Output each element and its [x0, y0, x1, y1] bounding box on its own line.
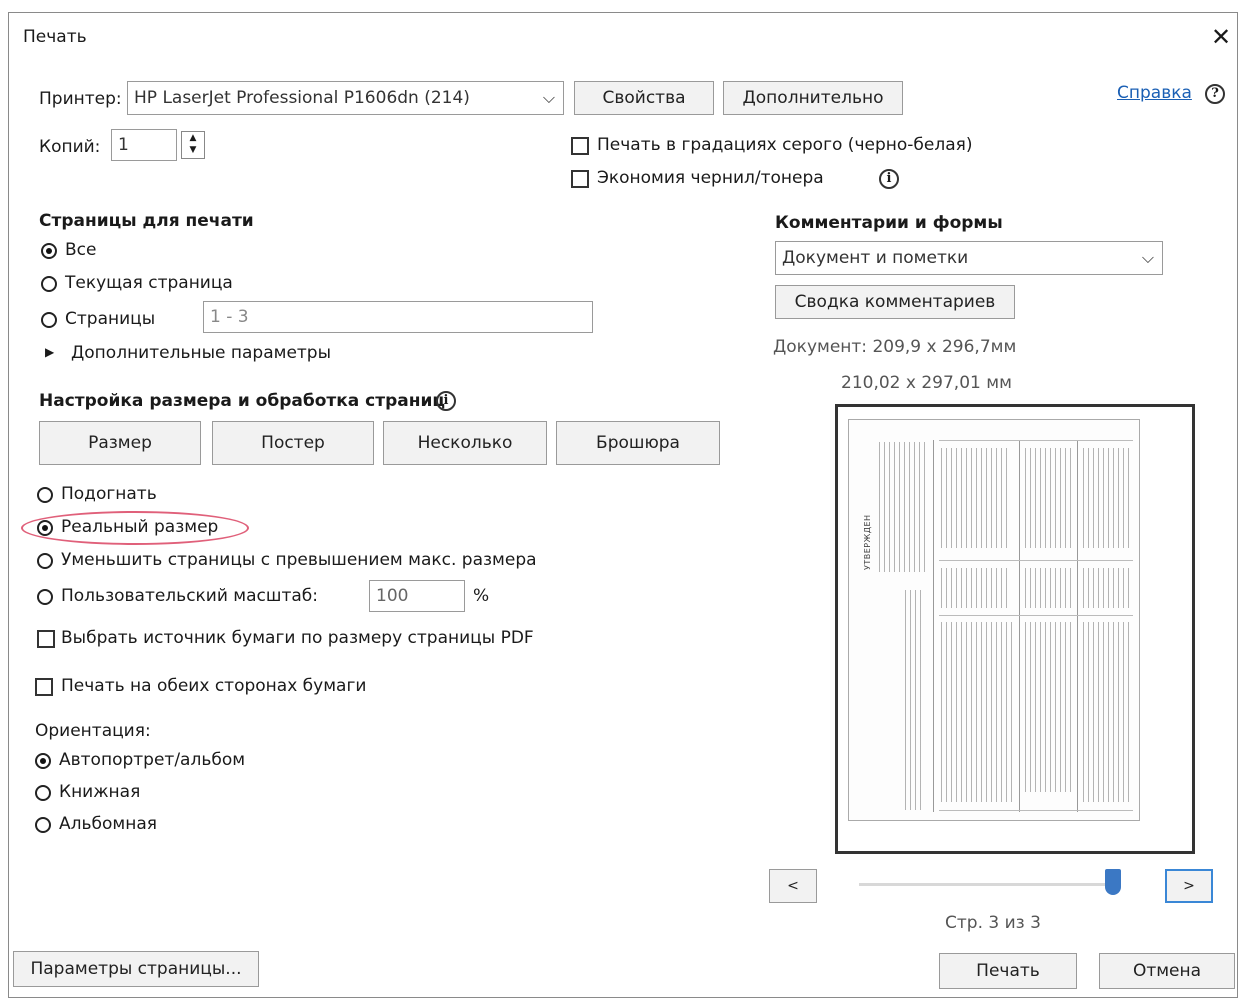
- fit-label: Подогнать: [61, 484, 157, 504]
- expand-triangle-icon[interactable]: ▶: [45, 345, 54, 359]
- preview-text-block: [1083, 622, 1133, 802]
- save-ink-checkbox[interactable]: [571, 170, 589, 188]
- preview-text: УТВЕРЖДЕН: [863, 514, 872, 570]
- orientation-heading: Ориентация:: [35, 721, 151, 741]
- printer-label: Принтер:: [39, 89, 122, 109]
- paper-source-checkbox[interactable]: [37, 630, 55, 648]
- preview-text-block: [879, 442, 927, 572]
- pages-current-label: Текущая страница: [65, 273, 233, 293]
- print-preview: УТВЕРЖДЕН: [835, 404, 1195, 854]
- duplex-checkbox[interactable]: [35, 678, 53, 696]
- save-ink-label: Экономия чернил/тонера: [597, 168, 824, 188]
- preview-text-block: [1083, 568, 1131, 608]
- orientation-auto-radio[interactable]: [35, 753, 51, 769]
- preview-gridline: [939, 560, 1133, 561]
- copies-spinner[interactable]: ▲ ▼: [181, 131, 205, 159]
- document-size: Документ: 209,9 x 296,7мм: [773, 337, 1017, 357]
- next-page-button[interactable]: >: [1165, 869, 1213, 903]
- pages-all-label: Все: [65, 240, 97, 260]
- printer-select[interactable]: HP LaserJet Professional P1606dn (214) ⌵: [127, 81, 564, 115]
- preview-text-block: [1083, 448, 1131, 548]
- spin-up-icon[interactable]: ▲: [182, 132, 204, 144]
- preview-page: УТВЕРЖДЕН: [848, 419, 1140, 821]
- paper-size: 210,02 x 297,01 мм: [841, 373, 1012, 393]
- prev-page-button[interactable]: <: [769, 869, 817, 903]
- percent-sign: %: [473, 586, 490, 606]
- pages-all-radio[interactable]: [41, 243, 57, 259]
- chevron-down-icon: ⌵: [1141, 248, 1154, 267]
- custom-scale-input[interactable]: 100: [369, 580, 465, 612]
- duplex-label: Печать на обеих сторонах бумаги: [61, 676, 367, 696]
- tab-poster[interactable]: Постер: [212, 421, 374, 465]
- help-link[interactable]: Справка: [1117, 83, 1192, 103]
- actual-size-label: Реальный размер: [61, 517, 219, 537]
- orientation-landscape-radio[interactable]: [35, 817, 51, 833]
- preview-gridline: [939, 810, 1133, 811]
- advanced-button[interactable]: Дополнительно: [723, 81, 903, 115]
- chevron-down-icon: ⌵: [542, 88, 555, 107]
- custom-scale-label: Пользовательский масштаб:: [61, 586, 318, 606]
- actual-size-radio[interactable]: [37, 520, 53, 536]
- pages-current-radio[interactable]: [41, 276, 57, 292]
- page-slider-track[interactable]: [859, 883, 1119, 886]
- page-status: Стр. 3 из 3: [945, 913, 1041, 933]
- preview-text-block: [1025, 622, 1073, 792]
- preview-gridline: [939, 615, 1133, 616]
- preview-text-block: [941, 448, 1011, 548]
- preview-text-block: [1025, 568, 1071, 608]
- help-icon[interactable]: ?: [1205, 84, 1225, 104]
- tab-multiple[interactable]: Несколько: [383, 421, 547, 465]
- preview-text-block: [905, 590, 925, 810]
- comments-select-value: Документ и пометки: [782, 248, 969, 268]
- orientation-auto-label: Автопортрет/альбом: [59, 750, 246, 770]
- orientation-portrait-label: Книжная: [59, 782, 141, 802]
- tab-booklet[interactable]: Брошюра: [556, 421, 720, 465]
- pages-range-label: Страницы: [65, 309, 156, 329]
- pages-range-radio[interactable]: [41, 312, 57, 328]
- comments-select[interactable]: Документ и пометки ⌵: [775, 241, 1163, 275]
- properties-button[interactable]: Свойства: [574, 81, 714, 115]
- page-slider-thumb[interactable]: [1105, 869, 1121, 895]
- comments-summary-button[interactable]: Сводка комментариев: [775, 285, 1015, 319]
- preview-gridline: [1077, 440, 1078, 812]
- print-dialog: Печать ✕ Принтер: HP LaserJet Profession…: [8, 12, 1238, 998]
- preview-gridline: [939, 440, 1133, 441]
- sizing-heading: Настройка размера и обработка страниц: [39, 391, 445, 411]
- preview-text-block: [941, 568, 1011, 608]
- close-icon[interactable]: ✕: [1211, 23, 1231, 51]
- grayscale-checkbox[interactable]: [571, 137, 589, 155]
- orientation-landscape-label: Альбомная: [59, 814, 157, 834]
- dialog-title: Печать: [23, 27, 87, 47]
- pages-range-input[interactable]: 1 - 3: [203, 301, 593, 333]
- paper-source-label: Выбрать источник бумаги по размеру стран…: [61, 628, 534, 648]
- info-icon[interactable]: i: [879, 169, 899, 189]
- tab-size[interactable]: Размер: [39, 421, 201, 465]
- custom-scale-radio[interactable]: [37, 589, 53, 605]
- shrink-radio[interactable]: [37, 553, 53, 569]
- sizing-info-icon[interactable]: i: [436, 391, 456, 411]
- comments-heading: Комментарии и формы: [775, 213, 1003, 233]
- spin-down-icon[interactable]: ▼: [182, 144, 204, 156]
- orientation-portrait-radio[interactable]: [35, 785, 51, 801]
- copies-label: Копий:: [39, 137, 101, 157]
- preview-gridline: [933, 440, 934, 812]
- preview-gridline: [1019, 440, 1020, 812]
- fit-radio[interactable]: [37, 487, 53, 503]
- printer-select-value: HP LaserJet Professional P1606dn (214): [134, 88, 470, 108]
- page-setup-button[interactable]: Параметры страницы...: [13, 951, 259, 987]
- shrink-label: Уменьшить страницы с превышением макс. р…: [61, 550, 537, 570]
- preview-text-block: [941, 622, 1015, 802]
- copies-input[interactable]: 1: [111, 129, 177, 161]
- preview-text-block: [1025, 448, 1071, 548]
- more-options-link[interactable]: Дополнительные параметры: [71, 343, 331, 363]
- grayscale-label: Печать в градациях серого (черно-белая): [597, 135, 973, 155]
- print-button[interactable]: Печать: [939, 953, 1077, 989]
- pages-heading: Страницы для печати: [39, 211, 254, 231]
- cancel-button[interactable]: Отмена: [1099, 953, 1235, 989]
